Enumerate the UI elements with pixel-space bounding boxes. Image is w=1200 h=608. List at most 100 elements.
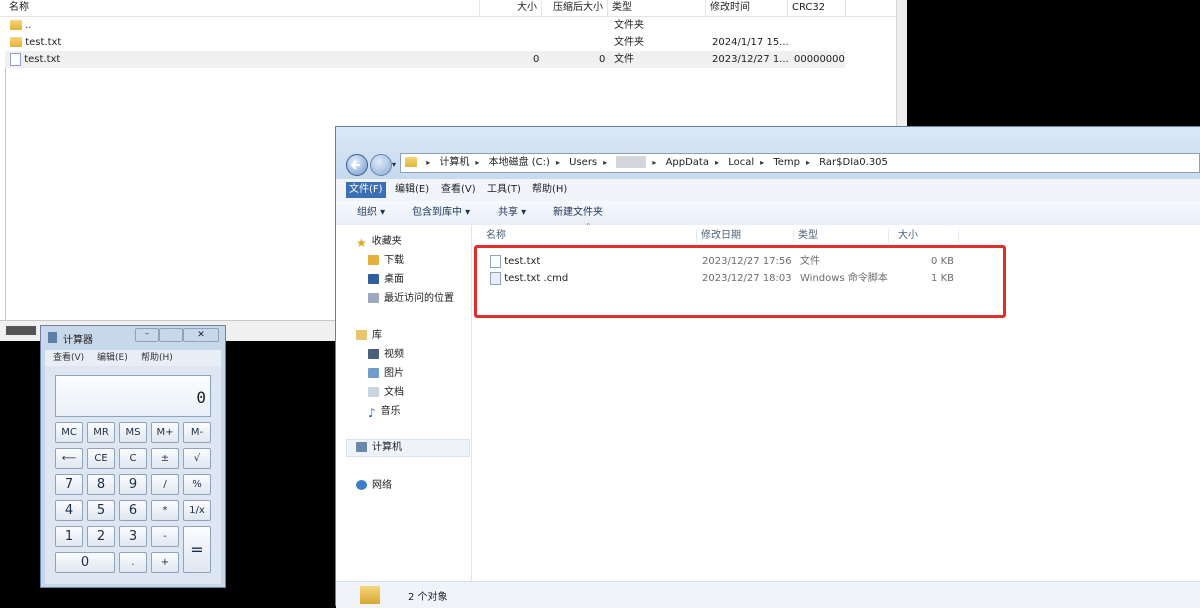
documents-icon [368, 387, 379, 397]
breadcrumb-redacted-user[interactable] [616, 156, 647, 168]
breadcrumb-appdata[interactable]: AppData [666, 154, 709, 172]
explorer-command-bar: 组织 ▾ 包含到库中 ▾ 共享 ▾ 新建文件夹 [336, 201, 1200, 226]
key-mr[interactable]: MR [87, 422, 115, 443]
folder-icon [405, 157, 417, 167]
key-equals[interactable]: = [183, 526, 211, 573]
nav-favorites[interactable]: ★ 收藏夹 [356, 235, 402, 250]
key-subtract[interactable]: - [151, 526, 179, 547]
key-0[interactable]: 0 [55, 552, 115, 573]
calculator-window: 计算器 – ✕ 查看(V) 编辑(E) 帮助(H) 0 MC MR MS M+ … [40, 325, 226, 588]
key-3[interactable]: 3 [119, 526, 147, 547]
rar-col-size[interactable]: 大小 [480, 0, 542, 16]
key-8[interactable]: 8 [87, 474, 115, 495]
col-name[interactable]: 名称 [486, 229, 697, 243]
calc-menu-help[interactable]: 帮助(H) [141, 350, 173, 366]
close-icon[interactable]: ✕ [183, 328, 219, 342]
calc-display: 0 [55, 375, 211, 417]
breadcrumb-local[interactable]: Local [728, 154, 754, 172]
nav-downloads[interactable]: 下载 [368, 254, 404, 268]
col-modified[interactable]: 修改日期 [701, 229, 794, 243]
address-bar[interactable]: ▸ 计算机 ▸ 本地磁盘 (C:) ▸ Users ▸ ▸ AppData ▸ Loca… [400, 153, 1200, 173]
rar-row-name: .. [25, 20, 32, 31]
col-size[interactable]: 大小 [898, 229, 959, 243]
breadcrumb-current[interactable]: Rar$DIa0.305 [819, 154, 888, 172]
kanxue-watermark: 看雪 [1012, 520, 1192, 584]
key-6[interactable]: 6 [119, 500, 147, 521]
key-mc[interactable]: MC [55, 422, 83, 443]
menu-view[interactable]: 查看(V) [438, 182, 479, 198]
rar-col-name[interactable]: 名称 [5, 0, 480, 16]
key-4[interactable]: 4 [55, 500, 83, 521]
rar-col-packed[interactable]: 压缩后大小 [542, 0, 608, 16]
nav-desktop[interactable]: 桌面 [368, 273, 404, 287]
rar-col-modified[interactable]: 修改时间 [706, 0, 788, 16]
nav-libraries[interactable]: 库 [356, 329, 382, 343]
rar-row[interactable]: test.txt 0 0 文件 2023/12/27 1... 00000000 [5, 51, 845, 68]
menu-help[interactable]: 帮助(H) [529, 182, 570, 198]
calc-display-value: 0 [196, 388, 206, 407]
menu-file[interactable]: 文件(F) [346, 182, 386, 198]
nav-documents[interactable]: 文档 [368, 386, 404, 400]
menu-tools[interactable]: 工具(T) [484, 182, 524, 198]
include-in-library-button[interactable]: 包含到库中 ▾ [412, 206, 470, 220]
nav-music[interactable]: ♪ 音乐 [368, 405, 401, 420]
rar-row-size: 0 [533, 54, 540, 65]
history-dropdown-icon[interactable]: ▾ [392, 160, 396, 169]
key-plus-minus[interactable]: ± [151, 448, 179, 469]
menu-edit[interactable]: 编辑(E) [392, 182, 432, 198]
key-reciprocal[interactable]: 1/x [183, 500, 211, 521]
new-folder-button[interactable]: 新建文件夹 [553, 206, 603, 220]
key-9[interactable]: 9 [119, 474, 147, 495]
breadcrumb-temp[interactable]: Temp [773, 154, 800, 172]
key-ms[interactable]: MS [119, 422, 147, 443]
breadcrumb-drive[interactable]: 本地磁盘 (C:) [489, 154, 550, 172]
key-m-minus[interactable]: M- [183, 422, 211, 443]
col-type[interactable]: 类型 [798, 229, 889, 243]
back-button[interactable] [346, 154, 368, 176]
key-2[interactable]: 2 [87, 526, 115, 547]
rar-row-modified: 2024/1/17 15... [712, 37, 789, 48]
drive-icon [6, 326, 36, 335]
star-icon: ★ [356, 236, 367, 250]
key-percent[interactable]: % [183, 474, 211, 495]
nav-computer[interactable]: 计算机 [356, 441, 402, 455]
key-divide[interactable]: / [151, 474, 179, 495]
share-button[interactable]: 共享 ▾ [498, 206, 526, 220]
key-decimal[interactable]: . [119, 552, 147, 573]
key-ce[interactable]: CE [87, 448, 115, 469]
rar-col-crc[interactable]: CRC32 [788, 0, 846, 16]
maximize-icon[interactable] [159, 328, 183, 342]
item-count: 2 个对象 [408, 592, 448, 603]
nav-network[interactable]: 网络 [356, 479, 392, 493]
rar-row[interactable]: .. 文件夹 [5, 17, 845, 34]
key-c[interactable]: C [119, 448, 147, 469]
network-icon [356, 480, 367, 490]
nav-pictures[interactable]: 图片 [368, 367, 404, 381]
key-sqrt[interactable]: √ [183, 448, 211, 469]
breadcrumb-users[interactable]: Users [569, 154, 597, 172]
key-add[interactable]: + [151, 552, 179, 573]
key-7[interactable]: 7 [55, 474, 83, 495]
key-backspace[interactable]: ⟵ [55, 448, 83, 469]
key-m-plus[interactable]: M+ [151, 422, 179, 443]
breadcrumb-computer[interactable]: 计算机 [439, 154, 469, 172]
key-1[interactable]: 1 [55, 526, 83, 547]
calc-body: 0 MC MR MS M+ M- ⟵ CE C ± √ 7 8 9 / % 4 … [45, 366, 221, 584]
key-5[interactable]: 5 [87, 500, 115, 521]
chevron-right-icon: ▸ [714, 158, 719, 167]
minimize-icon[interactable]: – [135, 328, 159, 342]
organize-button[interactable]: 组织 ▾ [357, 206, 385, 220]
chevron-right-icon: ▸ [426, 158, 431, 167]
rar-row-type: 文件夹 [614, 37, 644, 48]
rar-row[interactable]: test.txt 文件夹 2024/1/17 15... [5, 34, 845, 51]
calc-menu-edit[interactable]: 编辑(E) [97, 350, 128, 366]
calc-menu-view[interactable]: 查看(V) [53, 350, 84, 366]
key-multiply[interactable]: * [151, 500, 179, 521]
nav-videos[interactable]: 视频 [368, 348, 404, 362]
rar-row-name: test.txt [25, 37, 62, 48]
calc-title-bar: 计算器 – ✕ [41, 326, 225, 348]
forward-button[interactable] [370, 154, 392, 176]
rar-col-type[interactable]: 类型 [608, 0, 706, 16]
nav-recent[interactable]: 最近访问的位置 [368, 292, 454, 306]
calc-menu-bar: 查看(V) 编辑(E) 帮助(H) [45, 350, 221, 366]
